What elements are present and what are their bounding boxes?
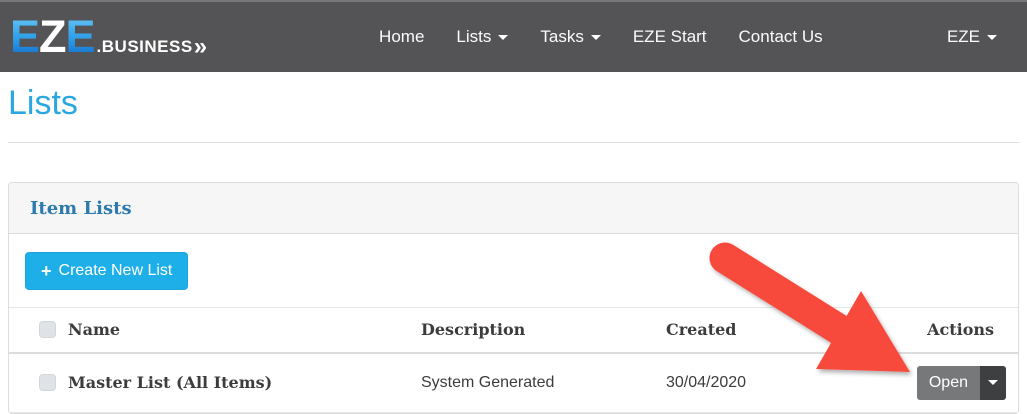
caret-down-icon [591,35,601,40]
nav-item-eze-account-dropdown[interactable]: EZE [931,17,1013,57]
nav-item-tasks[interactable]: Tasks [524,17,616,57]
caret-down-icon [498,35,508,40]
caret-down-icon [988,380,998,385]
nav-item-eze-start[interactable]: EZE Start [617,17,723,57]
logo-letter: E [66,11,95,62]
main-nav: Home Lists Tasks EZE Start Contact Us [363,17,839,57]
open-button[interactable]: Open [917,366,980,400]
nav-item-label: Home [379,27,424,46]
nav-item-label: EZE [947,27,980,46]
nav-item-label: Tasks [540,27,583,46]
column-header-name: Name [68,320,120,339]
logo-suffix: .BUSINESS» [97,33,206,61]
open-split-button: Open [917,366,1006,400]
nav-item-home[interactable]: Home [363,17,440,57]
table-row: Master List (All Items) System Generated… [9,353,1018,413]
logo-letter: E [10,11,39,62]
nav-item-contact-us[interactable]: Contact Us [723,17,839,57]
open-dropdown-toggle[interactable] [980,366,1006,400]
divider [8,142,1019,143]
column-header-description: Description [409,308,654,353]
nav-item-label: Contact Us [739,27,823,46]
item-lists-table: Name Description Created Actions Ma [9,307,1018,413]
navbar: EZE .BUSINESS» Home Lists Tasks EZE Star… [0,0,1027,72]
logo-business-text: BUSINESS [102,37,193,56]
panel-heading: Item Lists [9,183,1018,234]
logo-wordmark: EZE [10,14,95,59]
page-title: Lists [8,86,1019,120]
column-header-actions: Actions [904,308,1018,353]
caret-down-icon [987,35,997,40]
page-container: Lists Item Lists + Create New List Name [0,86,1027,414]
double-chevron-right-icon: » [194,33,205,60]
panel-title: Item Lists [30,198,132,219]
nav-item-label: Lists [456,27,491,46]
list-name: Master List (All Items) [68,373,272,392]
nav-item-label: EZE Start [633,27,707,46]
row-checkbox[interactable] [39,374,56,391]
nav-item-lists[interactable]: Lists [440,17,524,57]
create-new-list-label: Create New List [59,262,173,280]
logo[interactable]: EZE .BUSINESS» [10,14,205,61]
panel-body: + Create New List Name Description Creat… [9,234,1018,413]
list-created-date: 30/04/2020 [654,353,904,413]
plus-icon: + [41,262,52,280]
column-header-created: Created [654,308,904,353]
item-lists-panel: Item Lists + Create New List Name [8,182,1019,414]
select-all-checkbox[interactable] [39,321,56,338]
create-new-list-button[interactable]: + Create New List [25,252,188,290]
list-description: System Generated [409,353,654,413]
table-header-row: Name Description Created Actions [9,308,1018,353]
logo-letter: Z [39,11,66,62]
